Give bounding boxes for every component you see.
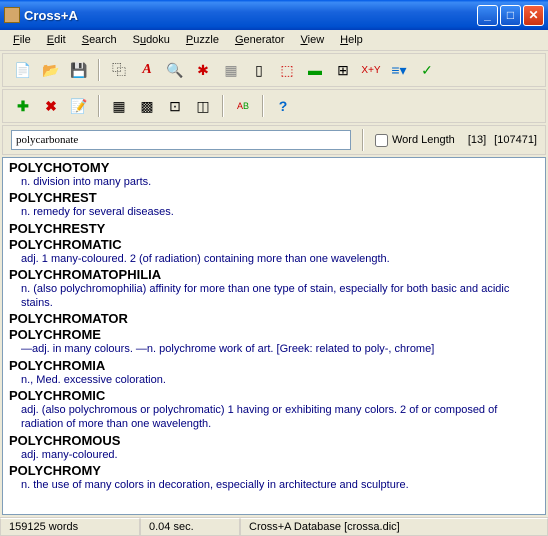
separator (262, 95, 264, 117)
word-length-checkbox[interactable]: Word Length (375, 134, 455, 147)
separator (362, 129, 364, 151)
ab-icon[interactable]: AB (231, 94, 255, 118)
entry-word[interactable]: POLYCHROMATIC (9, 237, 539, 252)
menu-help[interactable]: Help (333, 32, 370, 48)
count-1: [13] (468, 134, 486, 146)
entry-word[interactable]: POLYCHOTOMY (9, 160, 539, 175)
entry-definition: adj. (also polychromous or polychromatic… (9, 403, 539, 432)
status-bar: 159125 words 0.04 sec. Cross+A Database … (0, 517, 548, 536)
dictionary-entry: POLYCHROME—adj. in many colours. —n. pol… (9, 327, 539, 356)
puzzle-icon[interactable]: ⬚ (275, 58, 299, 82)
edit-icon[interactable]: 📝 (67, 94, 91, 118)
entry-word[interactable]: POLYCHRESTY (9, 221, 539, 236)
entry-word[interactable]: POLYCHROMIC (9, 388, 539, 403)
entry-definition: adj. many-coloured. (9, 448, 539, 462)
entry-word[interactable]: POLYCHROMY (9, 463, 539, 478)
entry-word[interactable]: POLYCHREST (9, 190, 539, 205)
count-2: [107471] (494, 134, 537, 146)
toolbar-secondary: ✚ ✖ 📝 ▦ ▩ ⊡ ◫ AB ? (2, 89, 546, 123)
grid5-icon[interactable]: ⊡ (163, 94, 187, 118)
close-button[interactable]: ✕ (523, 5, 544, 26)
entry-definition: n. (also polychromophilia) affinity for … (9, 282, 539, 311)
xy-icon[interactable]: X+Y (359, 58, 383, 82)
find-icon[interactable]: 🔍 (163, 58, 187, 82)
new-icon[interactable]: 📄 (11, 58, 35, 82)
open-icon[interactable]: 📂 (39, 58, 63, 82)
list-icon[interactable]: ≡▾ (387, 58, 411, 82)
separator (98, 59, 100, 81)
status-db: Cross+A Database [crossa.dic] (240, 518, 548, 536)
minimize-button[interactable]: _ (477, 5, 498, 26)
menu-puzzle[interactable]: Puzzle (179, 32, 226, 48)
menu-generator[interactable]: Generator (228, 32, 292, 48)
toolbar-main: 📄 📂 💾 ⿻ A 🔍 ✱ ▦ ▯ ⬚ ▬ ⊞ X+Y ≡▾ ✓ (2, 53, 546, 87)
help-icon[interactable]: ? (271, 94, 295, 118)
blocks-icon[interactable]: ▬ (303, 58, 327, 82)
copy-icon[interactable]: ⿻ (107, 58, 131, 82)
dictionary-entry: POLYCHRESTn. remedy for several diseases… (9, 190, 539, 219)
title-bar: Cross+A _ □ ✕ (0, 0, 548, 30)
menu-view[interactable]: View (294, 32, 332, 48)
search-bar: Word Length [13] [107471] (2, 125, 546, 155)
entry-definition: n. the use of many colors in decoration,… (9, 478, 539, 492)
save-icon[interactable]: 💾 (67, 58, 91, 82)
dictionary-entry: POLYCHROMIAn., Med. excessive coloration… (9, 358, 539, 387)
grid-icon[interactable]: ▦ (219, 58, 243, 82)
dictionary-entry: POLYCHROMICadj. (also polychromous or po… (9, 388, 539, 432)
dictionary-entry: POLYCHROMOUSadj. many-coloured. (9, 433, 539, 462)
entry-word[interactable]: POLYCHROMOUS (9, 433, 539, 448)
device-icon[interactable]: ▯ (247, 58, 271, 82)
entry-word[interactable]: POLYCHROMIA (9, 358, 539, 373)
entry-word[interactable]: POLYCHROME (9, 327, 539, 342)
search-input[interactable] (11, 130, 351, 150)
entry-definition: —adj. in many colours. —n. polychrome wo… (9, 342, 539, 356)
dictionary-entry: POLYCHROMYn. the use of many colors in d… (9, 463, 539, 492)
word-length-check[interactable] (375, 134, 388, 147)
entry-definition: n. remedy for several diseases. (9, 205, 539, 219)
dictionary-entry: POLYCHROMATOR (9, 311, 539, 326)
dictionary-entry: POLYCHROMATOPHILIAn. (also polychromophi… (9, 267, 539, 311)
dictionary-entry: POLYCHRESTY (9, 221, 539, 236)
entry-definition: n., Med. excessive coloration. (9, 373, 539, 387)
entry-word[interactable]: POLYCHROMATOR (9, 311, 539, 326)
menu-file[interactable]: File (6, 32, 38, 48)
results-panel[interactable]: POLYCHOTOMYn. division into many parts.P… (2, 157, 546, 515)
app-icon (4, 7, 20, 23)
grid2-icon[interactable]: ⊞ (331, 58, 355, 82)
check-icon[interactable]: ✓ (415, 58, 439, 82)
grid6-icon[interactable]: ◫ (191, 94, 215, 118)
add-icon[interactable]: ✚ (11, 94, 35, 118)
status-words: 159125 words (0, 518, 140, 536)
separator (222, 95, 224, 117)
grid4-icon[interactable]: ▩ (135, 94, 159, 118)
window-title: Cross+A (24, 8, 475, 23)
delete-icon[interactable]: ✖ (39, 94, 63, 118)
maximize-button[interactable]: □ (500, 5, 521, 26)
font-icon[interactable]: A (135, 58, 159, 82)
dictionary-entry: POLYCHROMATICadj. 1 many-coloured. 2 (of… (9, 237, 539, 266)
entry-definition: adj. 1 many-coloured. 2 (of radiation) c… (9, 252, 539, 266)
menu-sudoku[interactable]: Sudoku (126, 32, 177, 48)
grid3-icon[interactable]: ▦ (107, 94, 131, 118)
menu-bar: File Edit Search Sudoku Puzzle Generator… (0, 30, 548, 51)
separator (98, 95, 100, 117)
entry-definition: n. division into many parts. (9, 175, 539, 189)
star-icon[interactable]: ✱ (191, 58, 215, 82)
menu-search[interactable]: Search (75, 32, 124, 48)
dictionary-entry: POLYCHOTOMYn. division into many parts. (9, 160, 539, 189)
entry-word[interactable]: POLYCHROMATOPHILIA (9, 267, 539, 282)
word-length-label: Word Length (392, 134, 455, 146)
menu-edit[interactable]: Edit (40, 32, 73, 48)
status-time: 0.04 sec. (140, 518, 240, 536)
